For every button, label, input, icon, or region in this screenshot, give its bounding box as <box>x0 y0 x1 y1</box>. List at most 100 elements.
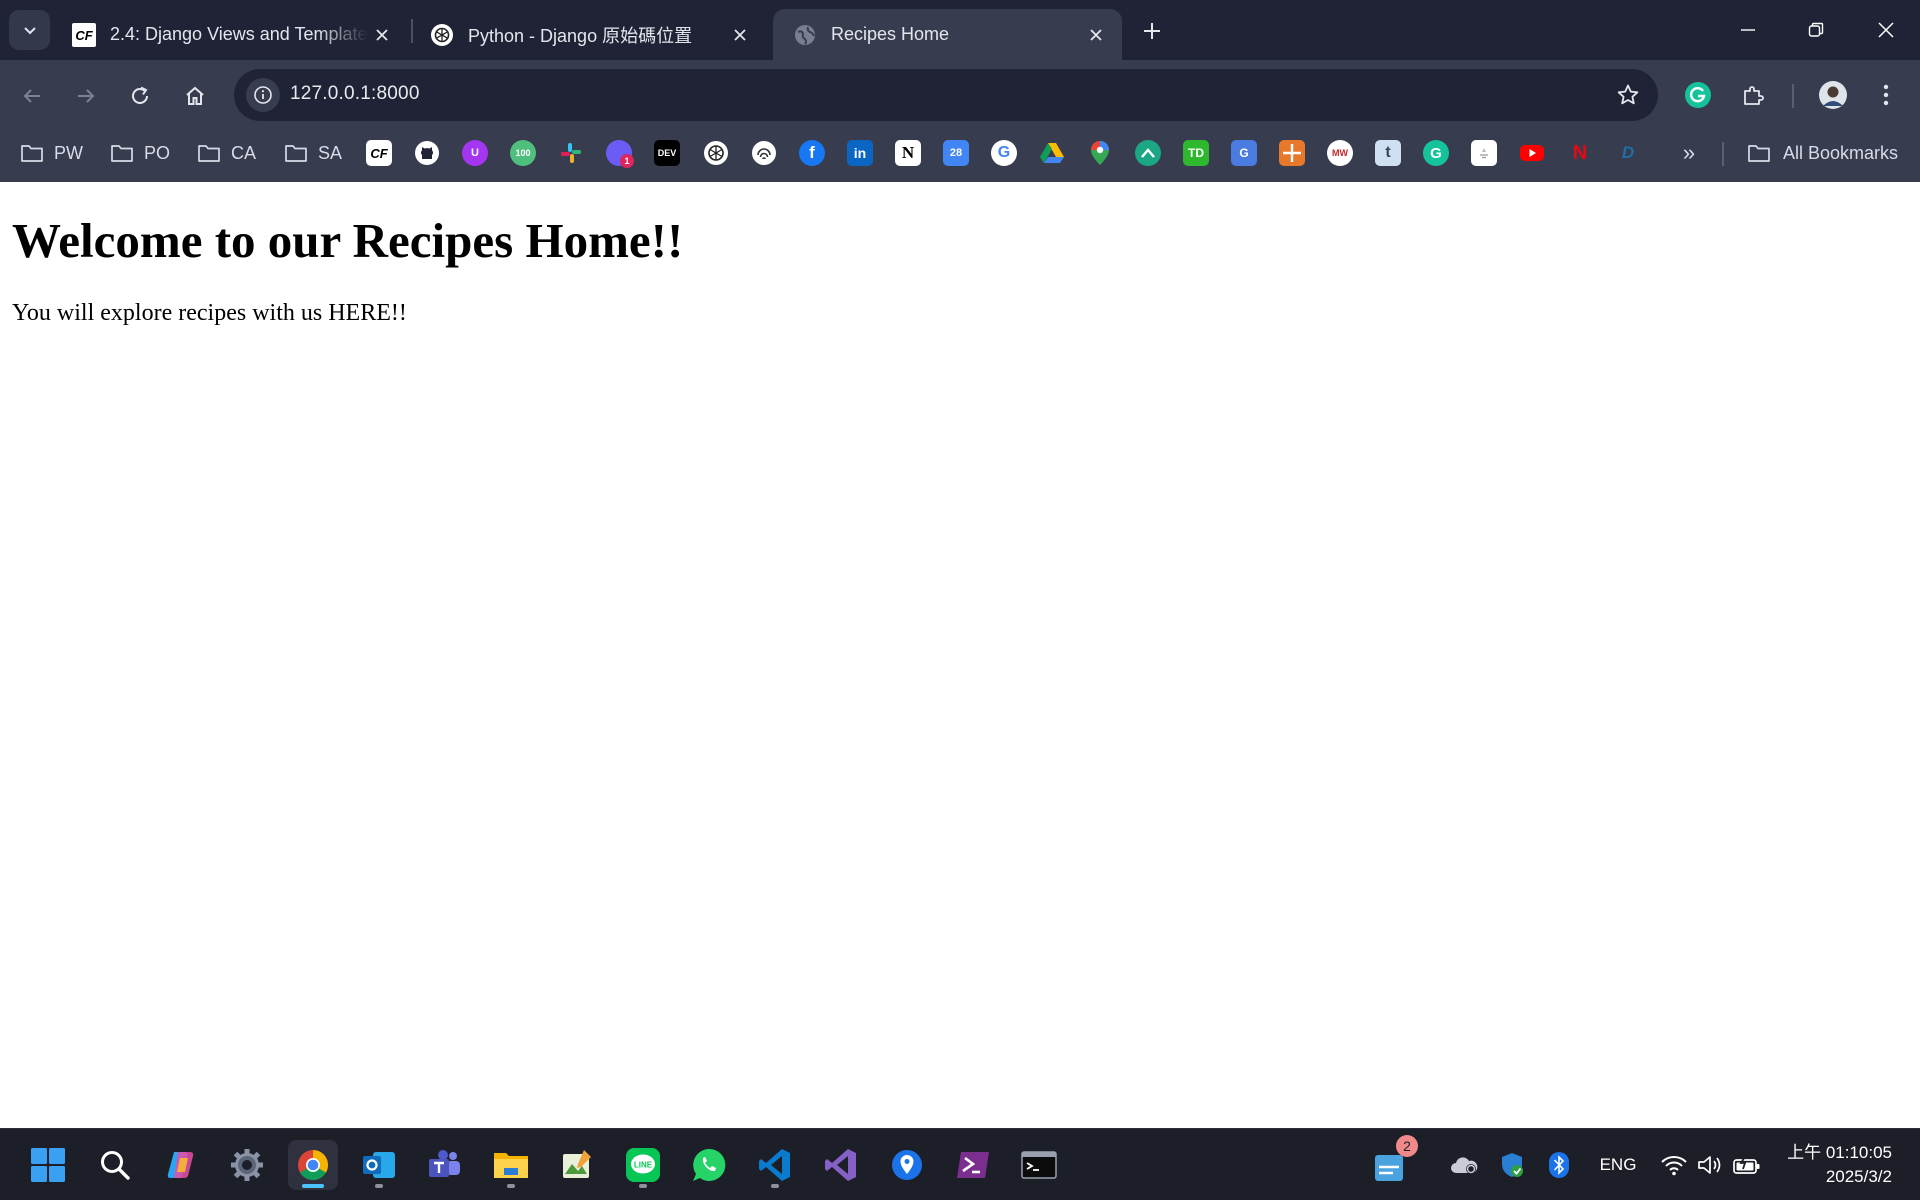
tab-strip: CF 2.4: Django Views and Templates Pytho… <box>0 0 1920 60</box>
whatsapp-taskbar-button[interactable] <box>684 1140 734 1190</box>
visual-studio-taskbar-button[interactable] <box>816 1140 866 1190</box>
all-bookmarks-button[interactable]: All Bookmarks <box>1747 136 1898 170</box>
onedrive-tray-icon[interactable] <box>1446 1151 1482 1179</box>
home-button[interactable] <box>175 76 215 116</box>
grammarly-extension-button[interactable] <box>1678 75 1718 115</box>
copilot-button[interactable] <box>156 1140 206 1190</box>
arrow-left-icon <box>23 89 40 103</box>
bookmark-folder-po[interactable]: PO <box>110 136 170 170</box>
globe-icon <box>793 23 817 47</box>
running-indicator <box>302 1184 324 1188</box>
td-bank-icon[interactable]: TD <box>1183 140 1209 166</box>
site-info-button[interactable] <box>246 78 280 112</box>
bookmark-folder-sa[interactable]: SA <box>284 136 342 170</box>
bookmark-folder-label: CA <box>231 142 257 163</box>
restore-icon <box>1808 22 1824 37</box>
gear-icon <box>231 1149 263 1181</box>
facebook-icon[interactable]: f <box>799 140 825 166</box>
extensions-button[interactable] <box>1733 75 1773 115</box>
battery-tray-icon[interactable] <box>1730 1151 1764 1179</box>
chevron-down-icon <box>23 27 36 35</box>
document-icon[interactable] <box>1471 140 1497 166</box>
google-drive-icon[interactable] <box>1039 140 1065 166</box>
widgets-button[interactable]: 2 <box>1364 1135 1418 1190</box>
system-clock[interactable]: 上午 01:10:05 2025/3/2 <box>1787 1141 1892 1189</box>
powershell-taskbar-button[interactable] <box>948 1140 998 1190</box>
fingerprint-icon[interactable] <box>751 140 777 166</box>
more-vert-icon <box>1883 84 1889 106</box>
tumblr-icon[interactable]: t <box>1375 140 1401 166</box>
bookmark-folder-pw[interactable]: PW <box>20 136 83 170</box>
teams-taskbar-button[interactable] <box>420 1140 470 1190</box>
linkedin-icon[interactable]: in <box>847 140 873 166</box>
bookmark-folder-ca[interactable]: CA <box>197 136 256 170</box>
page-content: Welcome to our Recipes Home!! You will e… <box>0 182 1920 1128</box>
grammarly-bookmark-icon[interactable]: G <box>1423 140 1449 166</box>
tab-recipes-home[interactable]: Recipes Home <box>773 9 1122 60</box>
clock-time: 上午 01:10:05 <box>1787 1143 1892 1162</box>
profile-button[interactable] <box>1813 75 1853 115</box>
bookmark-folder-label: PO <box>144 142 171 163</box>
university-crest-icon[interactable] <box>1279 140 1305 166</box>
dev-icon[interactable]: DEV <box>654 140 680 166</box>
google-translate-icon[interactable]: G <box>1231 140 1257 166</box>
openai-icon[interactable] <box>703 140 729 166</box>
menu-button[interactable] <box>1866 75 1906 115</box>
google-maps-icon[interactable] <box>1087 140 1113 166</box>
youtube-icon[interactable] <box>1519 140 1545 166</box>
forward-button[interactable] <box>66 76 106 116</box>
home-icon <box>186 86 204 105</box>
merriam-webster-icon[interactable]: MW <box>1327 140 1353 166</box>
url-text[interactable]: 127.0.0.1:8000 <box>290 83 420 105</box>
language-indicator[interactable]: ENG <box>1594 1151 1642 1179</box>
restore-button[interactable] <box>1782 0 1850 60</box>
bookmarks-overflow-button[interactable]: » <box>1674 138 1704 168</box>
address-bar[interactable]: 127.0.0.1:8000 <box>234 69 1658 121</box>
bookmark-star-button[interactable] <box>1612 79 1644 111</box>
file-explorer-taskbar-button[interactable] <box>486 1140 536 1190</box>
line-taskbar-button[interactable]: LINE <box>618 1140 668 1190</box>
tab-django-views[interactable]: CF 2.4: Django Views and Templates <box>52 9 408 60</box>
close-icon[interactable] <box>368 21 396 49</box>
maps-pin-taskbar-button[interactable] <box>882 1140 932 1190</box>
start-button[interactable] <box>23 1140 73 1190</box>
taskbar-search-button[interactable] <box>90 1140 140 1190</box>
wifi-tray-icon[interactable] <box>1656 1151 1692 1179</box>
settings-button[interactable] <box>222 1140 272 1190</box>
messenger-icon[interactable]: 1 <box>606 140 634 168</box>
folder-icon <box>285 145 307 162</box>
slack-icon[interactable] <box>558 140 584 166</box>
image-editor-icon <box>563 1150 591 1178</box>
puzzle-icon <box>1744 86 1764 105</box>
volume-tray-icon[interactable] <box>1694 1151 1726 1179</box>
reload-button[interactable] <box>120 76 160 116</box>
messenger-badge: 1 <box>620 154 634 168</box>
netflix-icon[interactable]: N <box>1567 140 1593 166</box>
close-window-button[interactable] <box>1852 0 1920 60</box>
back-button[interactable] <box>12 76 52 116</box>
bluetooth-tray-icon[interactable] <box>1546 1151 1572 1179</box>
new-tab-button[interactable] <box>1134 13 1170 49</box>
defender-tray-icon[interactable] <box>1496 1151 1528 1179</box>
tab-search-button[interactable] <box>9 10 50 50</box>
chrome-taskbar-button[interactable] <box>288 1140 338 1190</box>
google-icon[interactable]: G <box>991 140 1017 166</box>
udemy-icon[interactable]: U <box>462 140 488 166</box>
hundred-days-icon[interactable]: 100 <box>510 140 536 166</box>
photo-editor-taskbar-button[interactable] <box>552 1140 602 1190</box>
terminal-taskbar-button[interactable] <box>1014 1140 1064 1190</box>
chevron-app-icon[interactable] <box>1135 140 1161 166</box>
calendar-icon[interactable]: 28 <box>943 140 969 166</box>
disney-plus-icon[interactable]: D <box>1615 140 1641 166</box>
toolbar-divider <box>1792 84 1794 108</box>
notion-icon[interactable]: N <box>895 140 921 166</box>
cf-bookmark-icon[interactable]: CF <box>366 140 392 166</box>
vscode-taskbar-button[interactable] <box>750 1140 800 1190</box>
github-icon[interactable] <box>414 140 440 166</box>
close-icon[interactable] <box>1082 21 1110 49</box>
minimize-button[interactable] <box>1714 0 1782 60</box>
tab-python-django[interactable]: Python - Django 原始碼位置 <box>410 9 766 60</box>
shield-icon <box>1502 1153 1523 1177</box>
outlook-taskbar-button[interactable] <box>354 1140 404 1190</box>
close-icon[interactable] <box>726 21 754 49</box>
